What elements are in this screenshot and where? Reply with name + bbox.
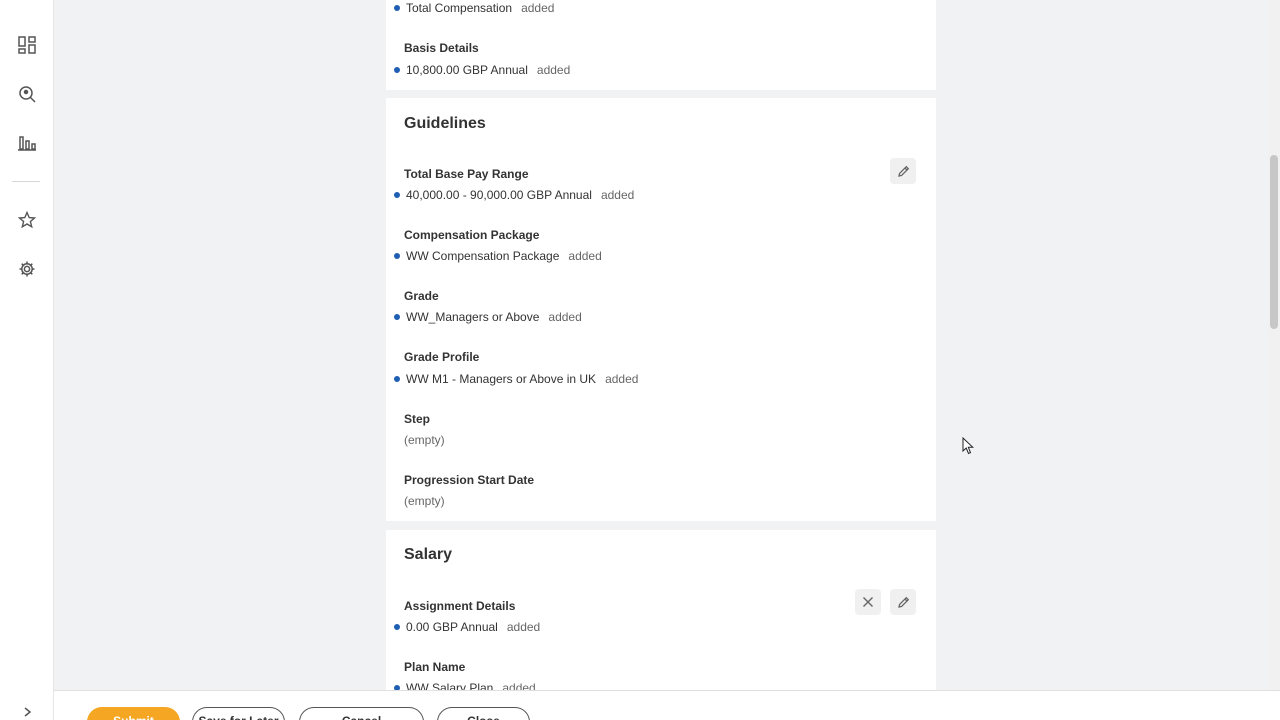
gear-icon[interactable] xyxy=(15,257,39,281)
compensation-package-value: WW Compensation Package added xyxy=(394,249,602,263)
step-label: Step xyxy=(404,412,431,426)
submit-button[interactable]: Submit xyxy=(87,707,180,720)
compensation-package-label: Compensation Package xyxy=(404,228,540,242)
guidelines-title: Guidelines xyxy=(404,115,486,132)
plan-name-label: Plan Name xyxy=(404,660,466,674)
total-compensation-value: Total Compensation added xyxy=(394,1,554,15)
salary-card: Salary Assignment Details 0.00 GBP Annua… xyxy=(386,530,936,695)
edit-salary-button[interactable] xyxy=(890,589,916,615)
left-sidebar xyxy=(0,0,54,720)
close-icon xyxy=(863,597,873,607)
scrollbar-thumb[interactable] xyxy=(1270,155,1278,329)
change-dot xyxy=(394,192,400,198)
star-icon[interactable] xyxy=(15,208,39,232)
sidebar-divider xyxy=(12,181,40,182)
basis-card: Total Compensation added Basis Details 1… xyxy=(386,0,936,90)
step-value: (empty) xyxy=(404,433,445,447)
chevron-right-icon[interactable] xyxy=(16,706,38,720)
pencil-icon xyxy=(897,165,909,177)
cancel-button[interactable]: Cancel xyxy=(299,707,424,720)
progression-start-date-label: Progression Start Date xyxy=(404,473,535,487)
change-dot xyxy=(394,314,400,320)
change-dot xyxy=(394,624,400,630)
progression-start-date-value: (empty) xyxy=(404,494,445,508)
mouse-cursor-icon xyxy=(962,436,975,460)
change-dot xyxy=(394,5,400,11)
change-dot xyxy=(394,376,400,382)
save-for-later-button[interactable]: Save for Later xyxy=(192,707,285,720)
assignment-details-label: Assignment Details xyxy=(404,599,516,613)
search-person-icon[interactable] xyxy=(15,82,39,106)
total-base-pay-range-value: 40,000.00 - 90,000.00 GBP Annual added xyxy=(394,188,634,202)
basis-details-value: 10,800.00 GBP Annual added xyxy=(394,63,570,77)
edit-guidelines-button[interactable] xyxy=(890,158,916,184)
basis-details-label: Basis Details xyxy=(404,41,479,55)
close-button[interactable]: Close xyxy=(437,707,530,720)
salary-title: Salary xyxy=(404,546,453,563)
grade-value: WW_Managers or Above added xyxy=(394,310,582,324)
action-footer: Submit Save for Later Cancel Close xyxy=(54,690,1280,720)
grade-profile-label: Grade Profile xyxy=(404,350,480,364)
change-dot xyxy=(394,67,400,73)
total-base-pay-range-label: Total Base Pay Range xyxy=(404,167,529,181)
dashboard-icon[interactable] xyxy=(15,33,39,57)
change-dot xyxy=(394,253,400,259)
grade-profile-value: WW M1 - Managers or Above in UK added xyxy=(394,372,638,386)
page-scrollbar[interactable] xyxy=(1268,0,1280,690)
guidelines-card: Guidelines Total Base Pay Range 40,000.0… xyxy=(386,98,936,521)
grade-label: Grade xyxy=(404,289,439,303)
assignment-details-value: 0.00 GBP Annual added xyxy=(394,620,540,634)
remove-salary-button[interactable] xyxy=(855,589,881,615)
pencil-icon xyxy=(897,596,909,608)
bar-chart-icon[interactable] xyxy=(15,131,39,155)
